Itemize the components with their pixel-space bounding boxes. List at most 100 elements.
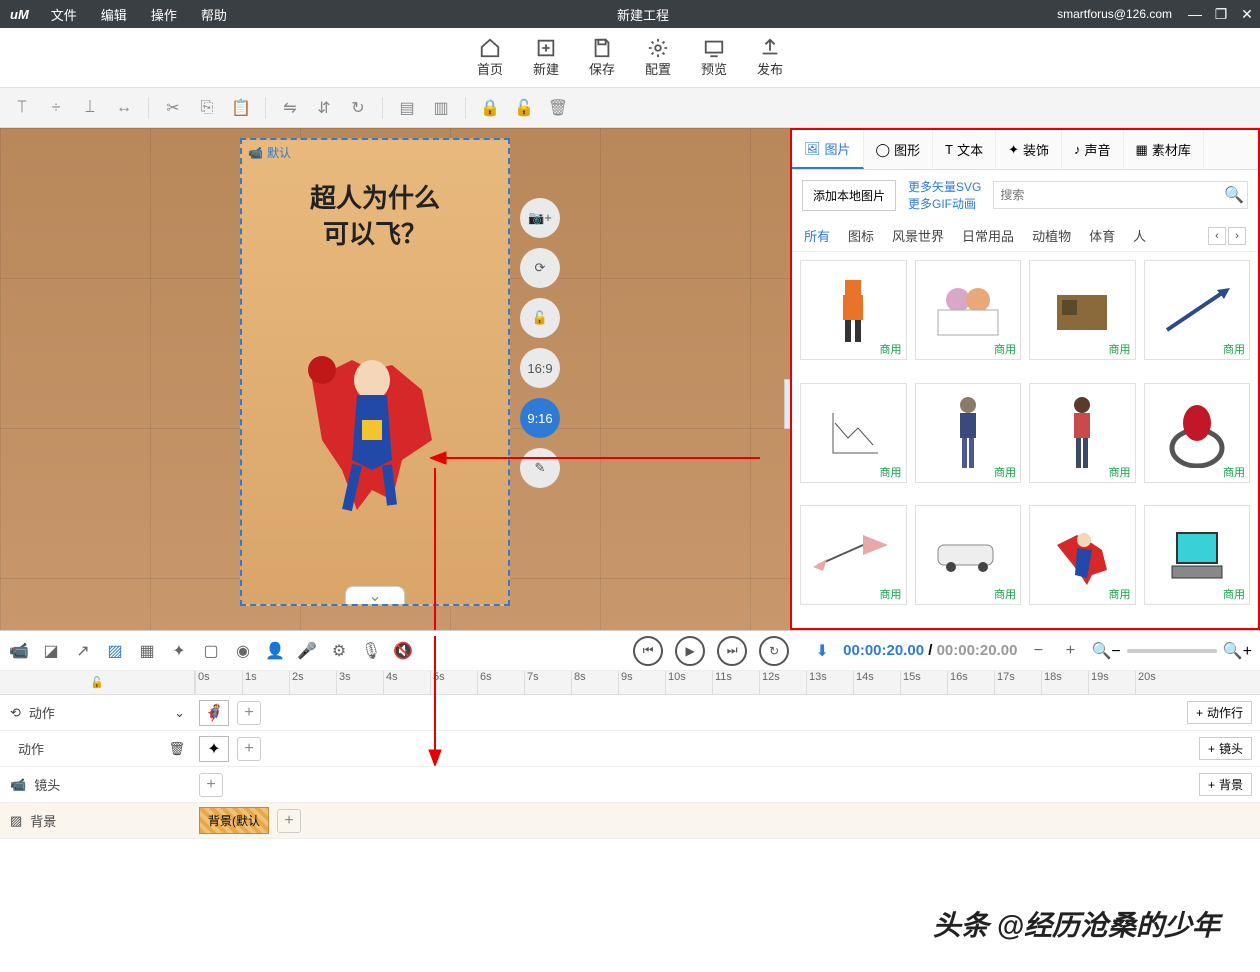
tl-clip-icon[interactable]: ◪ xyxy=(40,640,62,662)
unlock-icon[interactable]: 🔓 xyxy=(510,94,538,122)
tl-magic-icon[interactable]: ✦ xyxy=(168,640,190,662)
tl-person-icon[interactable]: 👤 xyxy=(264,640,286,662)
menu-file[interactable]: 文件 xyxy=(39,5,89,24)
menu-help[interactable]: 帮助 xyxy=(189,5,239,24)
menu-edit[interactable]: 编辑 xyxy=(89,5,139,24)
ratio-16-9[interactable]: 16:9 xyxy=(520,348,560,388)
copy-icon[interactable]: ⎘ xyxy=(193,94,221,122)
panel-collapse-icon[interactable]: ▸ xyxy=(784,379,790,429)
action-clip-2[interactable]: ✦ xyxy=(199,736,229,762)
tl-mute-icon[interactable]: 🔇 xyxy=(392,640,414,662)
asset-item[interactable]: 商用 xyxy=(1144,260,1251,360)
chevron-down-icon[interactable]: ⌄ xyxy=(174,705,185,721)
loop-button[interactable]: ↻ xyxy=(759,636,789,666)
tl-voice-icon[interactable]: 🎙 xyxy=(360,640,382,662)
asset-item[interactable]: 商用 xyxy=(1144,505,1251,605)
asset-item[interactable]: 商用 xyxy=(1144,383,1251,483)
cat-daily[interactable]: 日常用品 xyxy=(962,226,1014,245)
delete-track-icon[interactable]: 🗑 xyxy=(168,741,185,757)
tl-camera-icon[interactable]: 📹 xyxy=(8,640,30,662)
zoom-out-icon[interactable]: − xyxy=(1027,640,1049,662)
tab-library[interactable]: ▦ 素材库 xyxy=(1124,130,1204,169)
add-clip-button[interactable]: + xyxy=(237,737,261,761)
tab-config[interactable]: 配置 xyxy=(645,37,671,78)
search-icon[interactable]: 🔍 xyxy=(1221,182,1247,208)
zoom-in-icon[interactable]: + xyxy=(1059,640,1081,662)
minimize-icon[interactable]: — xyxy=(1182,6,1208,22)
add-camera-clip-button[interactable]: + xyxy=(199,773,223,797)
tab-publish[interactable]: 发布 xyxy=(757,37,783,78)
scene-expand-icon[interactable]: ⌄ xyxy=(345,586,405,604)
search-input[interactable] xyxy=(994,182,1221,208)
align-bottom-icon[interactable]: ⟘ xyxy=(76,94,104,122)
cat-icon[interactable]: 图标 xyxy=(848,226,874,245)
paste-icon[interactable]: 📋 xyxy=(227,94,255,122)
zoom-slider[interactable]: 🔍−🔍+ xyxy=(1091,641,1252,661)
asset-item[interactable]: 商用 xyxy=(1029,383,1136,483)
unlock-tool-icon[interactable]: 🔓 xyxy=(520,298,560,338)
tl-fx-icon[interactable]: ▨ xyxy=(104,640,126,662)
camera-add-icon[interactable]: 📷+ xyxy=(520,198,560,238)
cat-people[interactable]: 人 xyxy=(1133,226,1146,245)
add-bg-clip-button[interactable]: + xyxy=(277,809,301,833)
cat-sports[interactable]: 体育 xyxy=(1089,226,1115,245)
align-top-icon[interactable]: ⟙ xyxy=(8,94,36,122)
add-bg-button[interactable]: + 背景 xyxy=(1199,773,1252,796)
tl-mic-icon[interactable]: 🎤 xyxy=(296,640,318,662)
close-icon[interactable]: ✕ xyxy=(1234,6,1260,23)
asset-item[interactable]: 商用 xyxy=(1029,260,1136,360)
cat-next-icon[interactable]: › xyxy=(1228,227,1246,245)
ratio-9-16[interactable]: 9:16 xyxy=(520,398,560,438)
play-button[interactable]: ▶ xyxy=(675,636,705,666)
action-clip[interactable]: 🦸 xyxy=(199,700,229,726)
scene-frame[interactable]: 📹 默认 超人为什么 可以飞？ ⌄ xyxy=(240,138,510,606)
asset-item[interactable]: 商用 xyxy=(800,383,907,483)
cat-prev-icon[interactable]: ‹ xyxy=(1208,227,1226,245)
cat-animals[interactable]: 动植物 xyxy=(1032,226,1071,245)
cat-scenery[interactable]: 风景世界 xyxy=(892,226,944,245)
bg-clip[interactable]: 背景(默认 xyxy=(199,807,269,834)
tab-new[interactable]: 新建 xyxy=(533,37,559,78)
user-email[interactable]: smartforus@126.com xyxy=(1047,7,1182,21)
asset-item[interactable]: 商用 xyxy=(1029,505,1136,605)
maximize-icon[interactable]: ❐ xyxy=(1208,6,1234,23)
menu-action[interactable]: 操作 xyxy=(139,5,189,24)
tab-image[interactable]: 🖼 图片 xyxy=(792,130,864,169)
tab-decor[interactable]: ✦ 装饰 xyxy=(996,130,1062,169)
delete-icon[interactable]: 🗑 xyxy=(544,94,572,122)
flip-h-icon[interactable]: ⇋ xyxy=(276,94,304,122)
asset-item[interactable]: 商用 xyxy=(800,505,907,605)
tl-settings-icon[interactable]: ⚙ xyxy=(328,640,350,662)
rotate-icon[interactable]: ↻ xyxy=(344,94,372,122)
align-middle-icon[interactable]: ÷ xyxy=(42,94,70,122)
align-center-icon[interactable]: ↔ xyxy=(110,94,138,122)
next-button[interactable]: ⏭ xyxy=(717,636,747,666)
lock-icon[interactable]: 🔒 xyxy=(476,94,504,122)
add-clip-button[interactable]: + xyxy=(237,701,261,725)
asset-item[interactable]: 商用 xyxy=(915,260,1022,360)
canvas[interactable]: 📹 默认 超人为什么 可以飞？ ⌄ 📷+ ⟳ 🔓 16:9 9:16 ✎ xyxy=(0,128,790,630)
tab-preview[interactable]: 预览 xyxy=(701,37,727,78)
tab-home[interactable]: 首页 xyxy=(477,37,503,78)
cat-all[interactable]: 所有 xyxy=(804,226,830,245)
flip-v-icon[interactable]: ⇵ xyxy=(310,94,338,122)
asset-item[interactable]: 商用 xyxy=(915,505,1022,605)
prev-button[interactable]: ⏮ xyxy=(633,636,663,666)
layer-back-icon[interactable]: ▥ xyxy=(427,94,455,122)
asset-item[interactable]: 商用 xyxy=(800,260,907,360)
scene-heading[interactable]: 超人为什么 可以飞？ xyxy=(242,180,508,253)
asset-item[interactable]: 商用 xyxy=(915,383,1022,483)
layer-front-icon[interactable]: ▤ xyxy=(393,94,421,122)
tab-text[interactable]: T 文本 xyxy=(933,130,996,169)
rotate-tool-icon[interactable]: ⟳ xyxy=(520,248,560,288)
tl-pattern-icon[interactable]: ▦ xyxy=(136,640,158,662)
tab-shape[interactable]: ◯ 图形 xyxy=(864,130,934,169)
tab-sound[interactable]: ♪ 声音 xyxy=(1062,130,1124,169)
tl-frame-icon[interactable]: ▢ xyxy=(200,640,222,662)
tab-save[interactable]: 保存 xyxy=(589,37,615,78)
tl-marker-icon[interactable]: ⬇ xyxy=(811,640,833,662)
add-action-row-button[interactable]: + 动作行 xyxy=(1187,701,1252,724)
lock-track-icon[interactable]: 🔓 xyxy=(90,676,104,689)
tl-export-icon[interactable]: ↗ xyxy=(72,640,94,662)
cut-icon[interactable]: ✂ xyxy=(159,94,187,122)
